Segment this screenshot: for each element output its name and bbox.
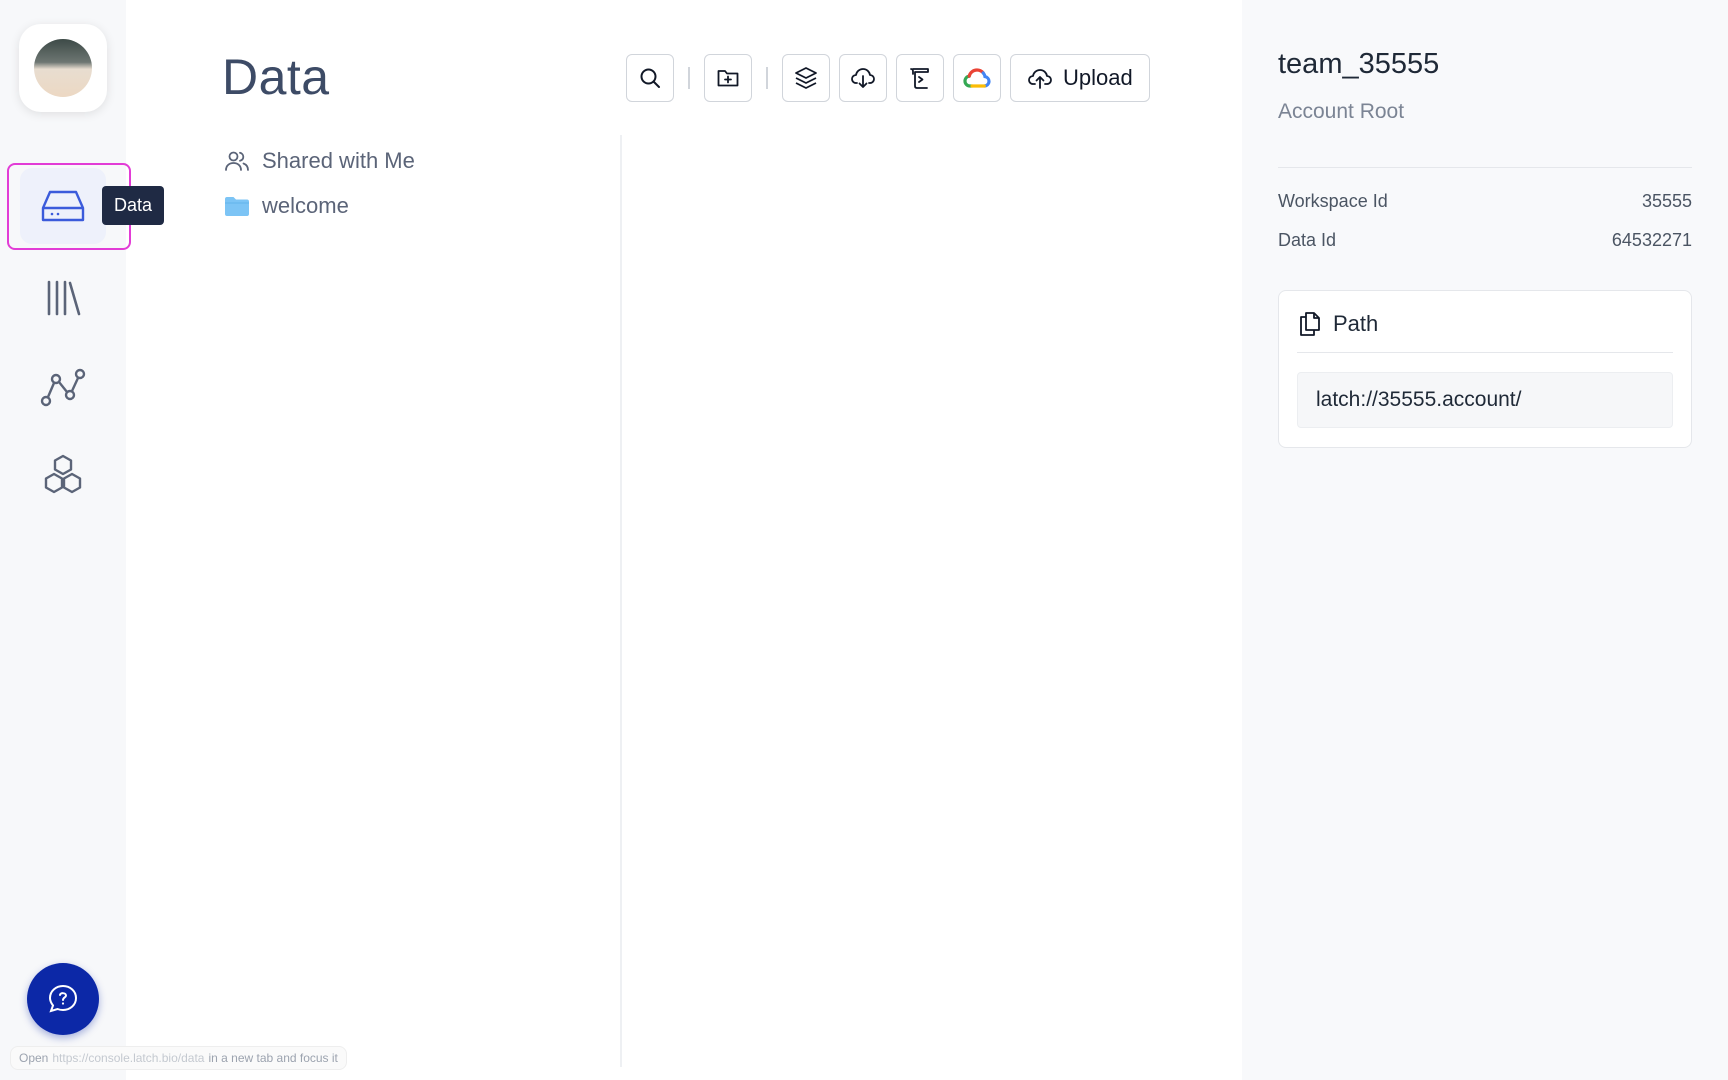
- workspace-avatar-button[interactable]: [19, 24, 107, 112]
- details-panel: team_35555 Account Root Workspace Id 355…: [1242, 0, 1728, 1080]
- meta-label: Workspace Id: [1278, 191, 1388, 211]
- tree-item-folder[interactable]: welcome: [224, 183, 604, 228]
- page-title: Data: [222, 49, 330, 105]
- script-icon: [910, 68, 929, 89]
- google-cloud-icon: [963, 68, 991, 88]
- path-card: Path latch://35555.account/: [1278, 290, 1692, 448]
- path-header: Path: [1299, 307, 1378, 341]
- meta-value: 64532271: [1611, 230, 1692, 250]
- path-divider: [1297, 352, 1673, 353]
- search-icon: [640, 68, 660, 88]
- pane-divider[interactable]: [620, 135, 622, 1067]
- nav-item-workflows[interactable]: [20, 350, 106, 426]
- nav-item-data[interactable]: [20, 168, 106, 244]
- tree-item-shared[interactable]: Shared with Me: [224, 138, 604, 183]
- layers-icon: [795, 67, 817, 89]
- cloud-download-button[interactable]: [839, 54, 887, 102]
- new-folder-button[interactable]: [704, 54, 752, 102]
- meta-label: Data Id: [1278, 230, 1337, 250]
- copy-icon[interactable]: [1299, 311, 1321, 337]
- nav-item-library[interactable]: [20, 260, 106, 336]
- search-button[interactable]: [626, 54, 674, 102]
- script-button[interactable]: [896, 54, 944, 102]
- panel-divider: [1278, 167, 1692, 168]
- chat-help-icon: [48, 984, 78, 1013]
- meta-value: 35555: [1641, 191, 1692, 211]
- status-hint-url: https://console.latch.bio/data: [52, 1051, 205, 1065]
- path-value-field[interactable]: latch://35555.account/: [1297, 372, 1673, 428]
- panel-title: team_35555: [1278, 48, 1440, 80]
- file-tree: Shared with Me welcome: [224, 138, 604, 228]
- cloud-upload-icon: [1028, 69, 1052, 89]
- nav-tooltip: Data: [102, 186, 165, 225]
- avatar: [34, 39, 92, 97]
- status-bar-hint: Open https://console.latch.bio/data in a…: [10, 1046, 347, 1070]
- hexagons-icon: [44, 454, 82, 494]
- nav-item-registry[interactable]: [20, 438, 106, 514]
- new-folder-icon: [717, 70, 739, 87]
- toolbar: Upload: [626, 54, 1150, 102]
- toolbar-divider: [688, 67, 690, 89]
- status-hint-prefix: Open: [19, 1051, 49, 1065]
- tree-item-label: Shared with Me: [262, 147, 415, 173]
- library-icon: [47, 280, 81, 316]
- meta-row-workspace-id: Workspace Id 35555: [1278, 191, 1692, 212]
- tree-item-label: welcome: [262, 192, 349, 218]
- panel-subtitle: Account Root: [1278, 100, 1405, 123]
- folder-icon: [225, 196, 249, 216]
- google-cloud-button[interactable]: [953, 54, 1001, 102]
- cloud-download-icon: [851, 68, 875, 88]
- upload-button[interactable]: Upload: [1010, 54, 1150, 102]
- nav-rail: [0, 0, 126, 1080]
- drive-icon: [41, 190, 85, 222]
- toolbar-divider: [766, 67, 768, 89]
- layers-button[interactable]: [782, 54, 830, 102]
- meta-row-data-id: Data Id 64532271: [1278, 230, 1692, 251]
- users-icon: [225, 151, 249, 171]
- status-hint-suffix: in a new tab and focus it: [208, 1051, 338, 1065]
- upload-label: Upload: [1063, 65, 1133, 90]
- graph-icon: [40, 368, 86, 407]
- path-label: Path: [1333, 311, 1379, 336]
- help-chat-button[interactable]: [27, 963, 99, 1035]
